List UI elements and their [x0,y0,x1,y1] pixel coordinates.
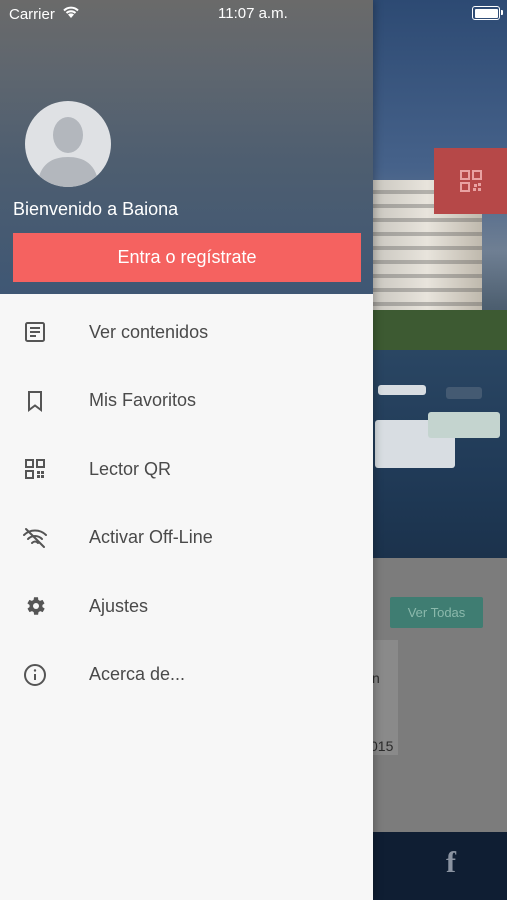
user-silhouette-icon [37,117,99,187]
menu-label: Acerca de... [89,664,186,685]
menu-item-activar-offline[interactable]: Activar Off-Line [0,504,373,573]
qr-code-icon [459,170,482,192]
facebook-icon[interactable]: f [446,846,456,880]
menu-label: Lector QR [89,458,172,479]
status-time: 11:07 a.m. [218,5,288,22]
bookmark-icon [22,388,48,414]
qr-code-icon [22,456,48,482]
menu-label: Activar Off-Line [89,527,213,548]
battery-icon [472,6,503,20]
wifi-off-icon [22,525,48,551]
menu-item-mis-favoritos[interactable]: Mis Favoritos [0,367,373,436]
menu-label: Ver contenidos [89,321,209,342]
photo-trees [372,310,507,350]
drawer-menu: Ver contenidos Mis Favoritos Lector QR A… [0,298,373,709]
photo-boat [428,412,500,438]
menu-item-ajustes[interactable]: Ajustes [0,572,373,641]
menu-label: Mis Favoritos [89,390,197,411]
menu-item-ver-contenidos[interactable]: Ver contenidos [0,298,373,367]
gear-icon [22,593,48,619]
carrier-label: Carrier [9,6,55,23]
info-icon [22,662,48,688]
status-bar: Carrier 11:07 a.m. [0,0,507,26]
wifi-icon [62,5,80,23]
ver-todas-button[interactable]: Ver Todas [390,597,483,628]
menu-item-acerca-de[interactable]: Acerca de... [0,641,373,710]
drawer-header: Bienvenido a Baiona Entra o regístrate [0,0,373,294]
list-icon [22,319,48,345]
login-register-button[interactable]: Entra o regístrate [13,233,361,282]
navigation-drawer: Bienvenido a Baiona Entra o regístrate V… [0,0,373,900]
card-date: 015 [370,738,394,754]
card-text: n [372,670,380,686]
menu-label: Ajustes [89,595,149,616]
photo-boat [378,385,426,395]
qr-scan-button[interactable] [434,148,507,214]
menu-item-lector-qr[interactable]: Lector QR [0,435,373,504]
photo-boat [446,387,482,399]
avatar[interactable] [25,101,111,187]
welcome-text: Bienvenido a Baiona [13,199,179,219]
